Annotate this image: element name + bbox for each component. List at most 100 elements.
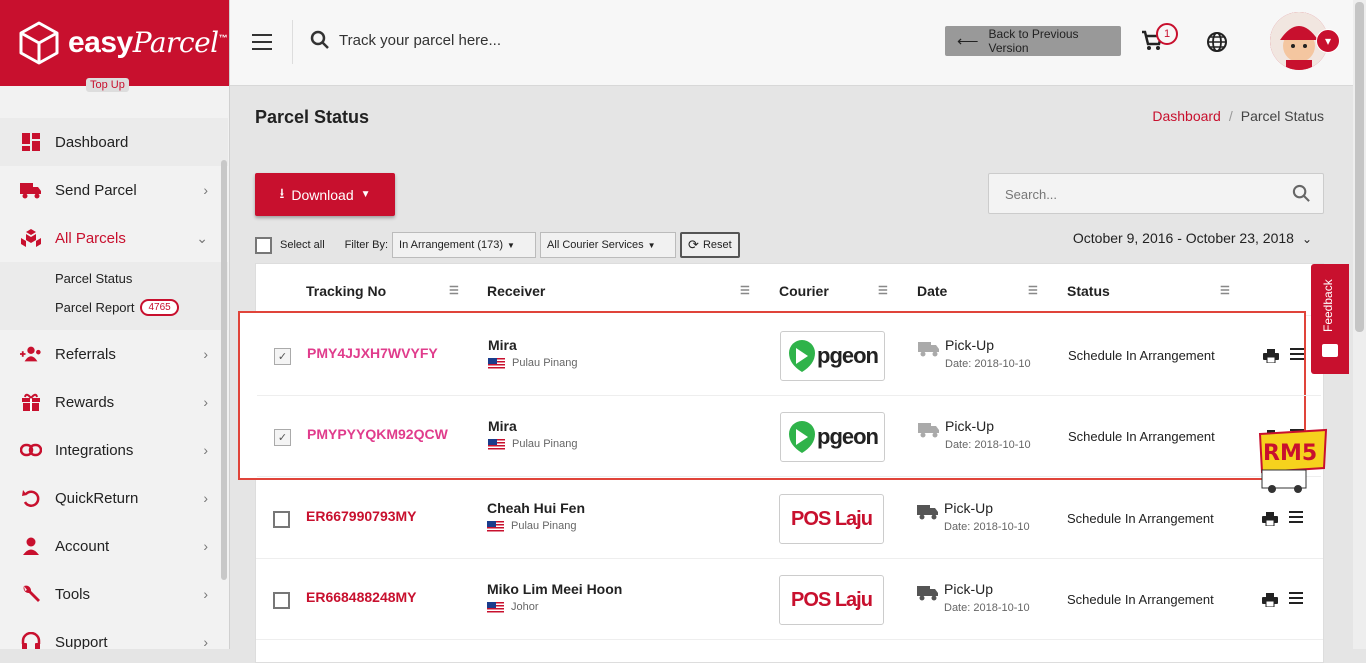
sidebar-item-tools[interactable]: Tools › [0,570,228,618]
receiver-location: Johor [487,601,539,613]
courier-name: pgeon [817,424,879,449]
table-row[interactable]: ✓ PMY4JJXH7WVYFY Mira Pulau Pinang pgeon Pick… [257,315,1321,396]
courier-logo: pgeon [780,412,885,462]
smiley-icon [1322,344,1338,357]
sort-icon[interactable]: ☰ [740,284,750,297]
select-all-label: Select all [280,239,325,251]
row-checkbox[interactable] [273,511,290,528]
brand-logo[interactable]: easyParcel™ Top Up [0,0,229,92]
tracking-number-link[interactable]: ER668488248MY [306,589,417,605]
sidebar-item-account[interactable]: Account › [0,522,228,570]
truck-icon [918,342,939,357]
sidebar-item-label: Integrations [55,441,134,459]
page-scrollbar[interactable] [1353,0,1366,649]
chevron-right-icon: › [203,182,208,198]
menu-icon[interactable] [1289,511,1303,526]
sidebar-item-label: Tools [55,585,91,603]
tracking-number-link[interactable]: ER667990793MY [306,508,417,524]
sidebar-item-dashboard[interactable]: Dashboard [0,118,228,166]
status-text: Schedule In Arrangement [1067,592,1214,607]
sidebar-item-send-parcel[interactable]: Send Parcel › [0,166,228,214]
tracking-number-link[interactable]: PMYPYYQKM92QCW [307,426,448,442]
search-input[interactable]: Search... [988,173,1324,214]
courier-name: pgeon [817,343,879,368]
print-icon[interactable] [1263,348,1279,363]
reset-label: Reset [702,239,732,251]
select-all-checkbox[interactable] [255,236,272,254]
sidebar-item-label: Referrals [55,345,116,363]
reset-button[interactable]: ⟳ Reset [680,232,740,258]
date-type: Pick-Up [945,418,995,434]
tracking-number-link[interactable]: PMY4JJXH7WVYFY [307,345,438,361]
sidebar-subitem-parcel-report[interactable]: Parcel Report 4765 [0,293,228,322]
feedback-tab[interactable]: Feedback [1311,264,1349,374]
malaysia-flag-icon [487,520,504,532]
date-value: Date: 2018-10-10 [945,439,1031,451]
back-to-previous-version-button[interactable]: ⟵ Back to Previous Version [945,26,1121,56]
courier-filter-value: All Courier Services [547,239,644,251]
sidebar-item-support[interactable]: Support › [0,618,228,649]
col-tracking-no[interactable]: Tracking No [306,283,386,299]
receiver-name: Cheah Hui Fen [487,500,586,516]
col-date[interactable]: Date [917,283,947,299]
chevron-down-icon[interactable]: ▾ [1316,29,1340,53]
track-parcel-input[interactable]: Track your parcel here... [339,32,501,49]
sidebar-item-label: Account [55,537,110,555]
col-courier[interactable]: Courier [779,283,829,299]
brand-name-script: Parcel [132,26,219,59]
print-icon[interactable] [1262,511,1278,526]
brand-name-bold: easy [68,26,133,59]
rm5-promo-badge[interactable]: RM5 [1254,428,1332,494]
status-filter-dropdown[interactable]: In Arrangement (173) ▼ [392,232,537,258]
sort-icon[interactable]: ☰ [1220,284,1230,297]
globe-icon[interactable] [1206,31,1228,53]
sidebar-item-referrals[interactable]: Referrals › [0,330,228,378]
print-icon[interactable] [1262,592,1278,607]
chevron-right-icon: › [203,634,208,649]
sidebar-item-all-parcels[interactable]: All Parcels ⌄ [0,214,228,262]
date-type: Pick-Up [944,581,994,597]
menu-icon[interactable] [1289,592,1303,607]
search-icon[interactable] [310,30,330,50]
sort-icon[interactable]: ☰ [878,284,888,297]
sidebar-item-label: QuickReturn [55,489,139,507]
menu-icon[interactable] [1290,348,1304,363]
table-row[interactable]: ER668488248MY Miko Lim Meei Hoon Johor POS … [256,559,1323,640]
sort-icon[interactable]: ☰ [449,284,459,297]
gift-icon [20,391,42,413]
sidebar-scrollbar[interactable] [221,160,227,580]
row-actions [1262,592,1303,607]
row-checkbox[interactable]: ✓ [274,348,291,365]
date-range-picker[interactable]: October 9, 2016 - October 23, 2018 ⌄ [1073,230,1312,246]
sidebar-item-integrations[interactable]: Integrations › [0,426,228,474]
row-checkbox[interactable] [273,592,290,609]
row-checkbox[interactable]: ✓ [274,429,291,446]
top-up-link[interactable]: Top Up [86,78,129,92]
table-header: Tracking No ☰ Receiver ☰ Courier ☰ Date ☰ St… [256,264,1323,316]
malaysia-flag-icon [488,438,505,450]
chevron-right-icon: › [203,490,208,506]
table-row[interactable]: ER667990793MY Cheah Hui Fen Pulau Pinang PO… [256,478,1323,559]
courier-filter-dropdown[interactable]: All Courier Services ▼ [540,232,677,258]
selected-rows-highlight: ✓ PMY4JJXH7WVYFY Mira Pulau Pinang pgeon Pick… [238,311,1321,480]
col-receiver[interactable]: Receiver [487,283,545,299]
receiver-location: Pulau Pinang [488,438,577,450]
search-icon[interactable] [1292,184,1311,203]
breadcrumb-current: Parcel Status [1240,108,1324,124]
sidebar-item-quickreturn[interactable]: QuickReturn › [0,474,228,522]
date-value: Date: 2018-10-10 [944,602,1030,614]
sidebar-item-label: Rewards [55,393,115,411]
headset-icon [20,631,42,649]
hamburger-menu-icon[interactable] [252,34,272,55]
table-row[interactable]: ✓ PMYPYYQKM92QCW Mira Pulau Pinang pgeon Pick… [257,396,1321,477]
sidebar: easyParcel™ Top Up Dashboard Send Parcel ›… [0,0,230,649]
col-status[interactable]: Status [1067,283,1110,299]
download-button[interactable]: ⭳ Download ▼ [255,173,395,216]
sidebar-item-rewards[interactable]: Rewards › [0,378,228,426]
breadcrumb-dashboard-link[interactable]: Dashboard [1152,108,1221,124]
sidebar-subitem-label: Parcel Report [55,300,135,315]
truck-icon [917,586,938,601]
sort-icon[interactable]: ☰ [1028,284,1038,297]
courier-logo: POS Laju [779,494,884,544]
sidebar-subitem-parcel-status[interactable]: Parcel Status [0,264,228,293]
